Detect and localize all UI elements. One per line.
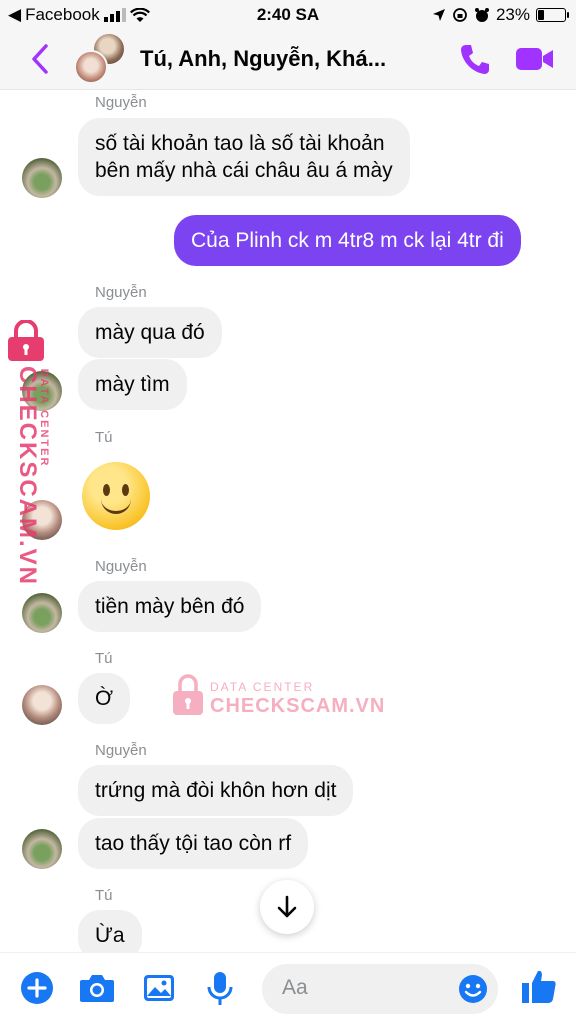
sender-name: Tú bbox=[95, 650, 113, 667]
conversation-title[interactable]: Tú, Anh, Nguyễn, Khá... bbox=[140, 46, 386, 72]
message-bubble[interactable]: số tài khoản tao là số tài khoản bên mấy… bbox=[78, 118, 410, 196]
plus-icon[interactable] bbox=[20, 971, 54, 1005]
status-bar: ◀ Facebook 2:40 SA 23% bbox=[0, 0, 576, 30]
composer-bar bbox=[0, 952, 576, 1024]
message-bubble[interactable]: mày tìm bbox=[78, 359, 187, 410]
avatar[interactable] bbox=[22, 829, 62, 869]
message-bubble[interactable]: mày qua đó bbox=[78, 307, 222, 358]
battery-percent: 23% bbox=[495, 5, 530, 24]
avatar[interactable] bbox=[22, 158, 62, 198]
watermark-vertical: DATA CENTER CHECKSCAM.VN bbox=[4, 312, 64, 586]
message-bubble[interactable]: Ờ bbox=[78, 673, 131, 724]
message-bubble[interactable]: tao thấy tội tao còn rf bbox=[78, 818, 309, 869]
alarm-icon bbox=[474, 8, 489, 22]
battery-icon bbox=[536, 8, 569, 22]
scroll-to-bottom-button[interactable] bbox=[260, 880, 314, 934]
sender-name: Tú bbox=[95, 887, 113, 904]
phone-call-icon[interactable] bbox=[458, 42, 492, 76]
watermark-label: DATA CENTER bbox=[210, 680, 315, 694]
rotation-lock-icon bbox=[453, 8, 467, 22]
back-chevron-icon[interactable] bbox=[26, 42, 56, 76]
member-avatar bbox=[74, 50, 108, 84]
sender-name: Tú bbox=[95, 429, 113, 446]
location-icon bbox=[432, 9, 445, 21]
avatar[interactable] bbox=[22, 685, 62, 725]
sender-name: Nguyễn bbox=[95, 558, 147, 575]
slightly-smiling-face-icon[interactable] bbox=[82, 462, 150, 530]
camera-icon[interactable] bbox=[78, 971, 116, 1005]
message-bubble[interactable]: trứng mà đòi khôn hơn dịt bbox=[78, 765, 354, 816]
like-thumbs-up-icon[interactable] bbox=[520, 967, 558, 1005]
emoji-picker-icon[interactable] bbox=[458, 974, 488, 1004]
group-avatar[interactable] bbox=[74, 34, 126, 86]
message-input[interactable] bbox=[282, 976, 442, 1000]
arrow-down-icon bbox=[277, 895, 297, 918]
lock-icon bbox=[173, 674, 203, 715]
watermark-brand: CHECKSCAM.VN bbox=[210, 695, 386, 717]
sender-name: Nguyễn bbox=[95, 94, 147, 111]
watermark-center: DATA CENTER CHECKSCAM.VN bbox=[172, 672, 384, 720]
message-composer[interactable] bbox=[262, 964, 498, 1014]
message-bubble-outgoing[interactable]: Của Plinh ck m 4tr8 m ck lại 4tr đi bbox=[174, 215, 521, 266]
sender-name: Nguyễn bbox=[95, 742, 147, 759]
message-bubble[interactable]: tiền mày bên đó bbox=[78, 581, 262, 632]
watermark-brand: CHECKSCAM.VN bbox=[14, 365, 41, 586]
chat-header: Tú, Anh, Nguyễn, Khá... bbox=[0, 30, 576, 90]
video-call-icon[interactable] bbox=[515, 42, 555, 76]
photo-gallery-icon[interactable] bbox=[142, 971, 176, 1005]
sender-name: Nguyễn bbox=[95, 284, 147, 301]
microphone-icon[interactable] bbox=[205, 971, 235, 1007]
